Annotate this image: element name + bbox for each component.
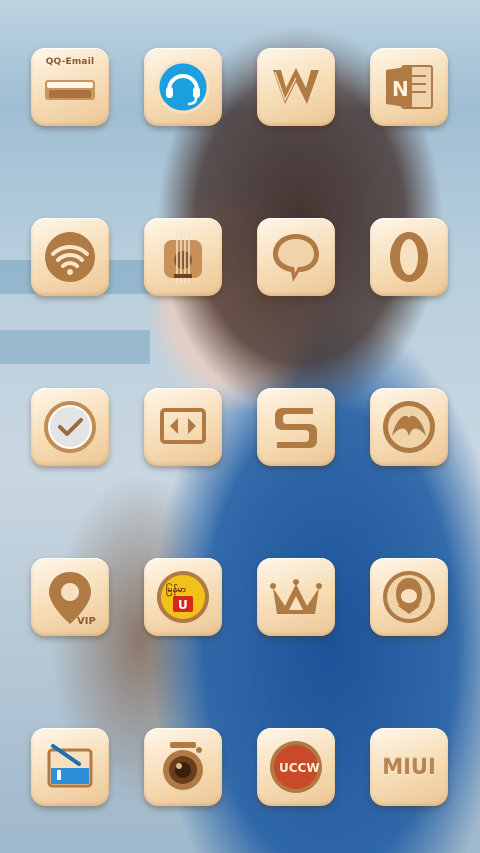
chat-bubble-icon [273, 234, 319, 282]
svg-text:မြန်မာ: မြန်မာ [166, 583, 186, 597]
round-logo-icon [383, 401, 435, 453]
guitar-app[interactable] [144, 218, 222, 296]
screen-cast-app[interactable] [144, 388, 222, 466]
miui-text: MIUI [382, 755, 436, 779]
s-letter-icon [275, 408, 317, 448]
crown-icon [270, 579, 322, 614]
svg-text:N: N [392, 77, 409, 101]
vip-app[interactable]: VIP [31, 558, 109, 636]
myanmar-unicode-icon: မြန်မာ U [157, 571, 209, 623]
qq-app[interactable] [370, 558, 448, 636]
water-box-icon [47, 744, 93, 788]
screen-cast-icon [160, 408, 206, 444]
check-app[interactable] [31, 388, 109, 466]
svg-text:U: U [178, 598, 188, 612]
qq-penguin-icon [383, 571, 435, 623]
s-app[interactable] [257, 388, 335, 466]
myanmar-unicode-app[interactable]: မြန်မာ U [144, 558, 222, 636]
onenote-app[interactable]: N [370, 48, 448, 126]
app-grid: QQ-Email N VIP မြန်မာ U UCCW MIUI [31, 48, 448, 806]
uccw-app[interactable]: UCCW [257, 728, 335, 806]
opera-app[interactable] [370, 218, 448, 296]
headset-icon [156, 60, 210, 114]
uccw-icon: UCCW [270, 741, 322, 793]
opera-icon [390, 232, 428, 282]
checkmark-icon [44, 401, 96, 453]
chat-app[interactable] [257, 218, 335, 296]
headset-app[interactable] [144, 48, 222, 126]
wps-office-app[interactable] [257, 48, 335, 126]
wps-office-icon [273, 68, 319, 104]
guitar-icon [164, 230, 202, 284]
uccw-text: UCCW [279, 761, 320, 775]
wifi-icon [45, 232, 95, 282]
round-logo-app[interactable] [370, 388, 448, 466]
qq-email-label: QQ-Email [45, 57, 95, 67]
vip-location-icon: VIP [49, 572, 96, 627]
water-box-app[interactable] [31, 728, 109, 806]
onenote-icon: N [386, 65, 433, 109]
qq-email-app[interactable]: QQ-Email [31, 48, 109, 126]
wifi-app[interactable] [31, 218, 109, 296]
vip-text: VIP [77, 616, 96, 627]
crown-app[interactable] [257, 558, 335, 636]
camera-app[interactable] [144, 728, 222, 806]
miui-app[interactable]: MIUI [370, 728, 448, 806]
home-screen: QQ-Email N VIP မြန်မာ U UCCW MIUI [0, 0, 480, 853]
camera-icon [163, 742, 203, 790]
